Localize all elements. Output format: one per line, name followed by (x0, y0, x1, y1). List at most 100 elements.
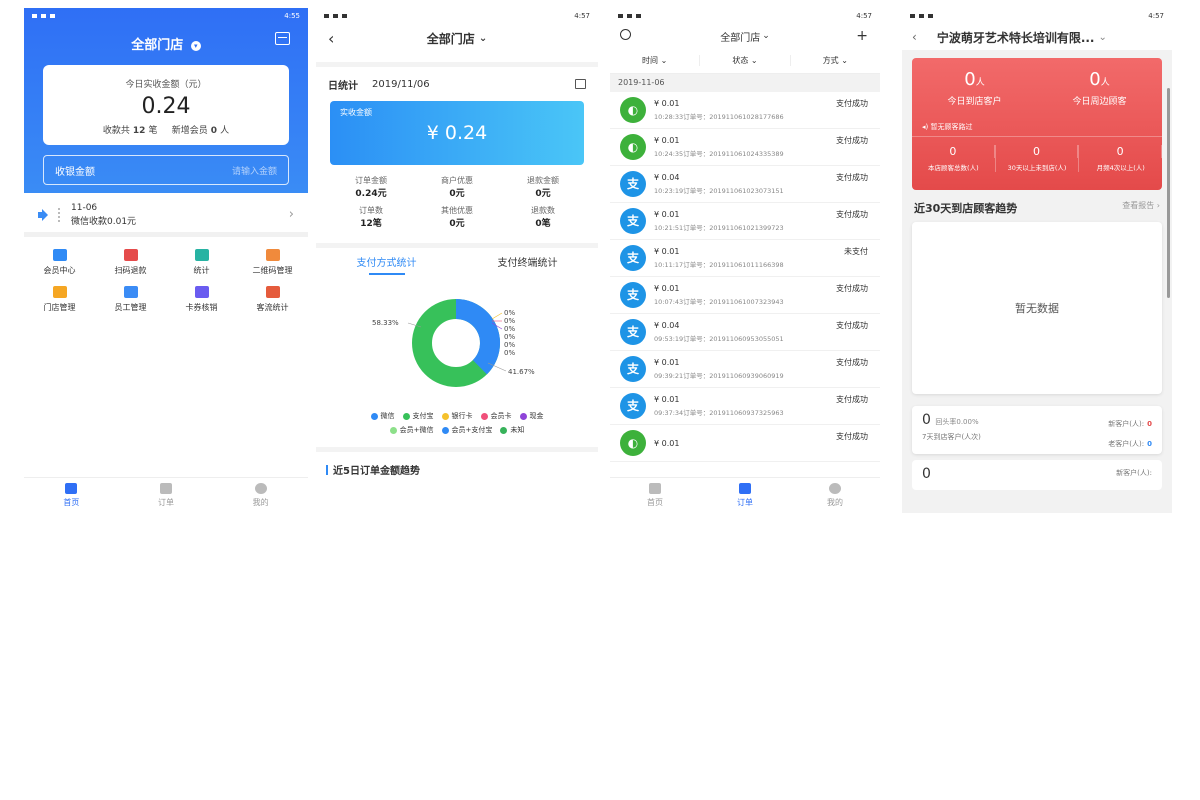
filter-status[interactable]: 状态 ⌄ (700, 55, 791, 66)
tab-label: 首页 (63, 498, 80, 507)
view-report-link[interactable]: 查看报告 › (1122, 200, 1160, 216)
tab-profile[interactable]: 我的 (213, 478, 308, 513)
clock: 4:57 (574, 12, 590, 20)
order-row[interactable]: 支 ¥ 0.04 10:23:19订单号：201911061023073151 支付成… (610, 166, 880, 203)
order-row[interactable]: 支 ¥ 0.01 10:21:51订单号：201911061021399723 支付成… (610, 203, 880, 240)
scrollbar[interactable] (1167, 88, 1170, 298)
menu-label: 客流统计 (256, 303, 289, 312)
store-selector[interactable]: 宁波萌牙艺术特长培训有限... (937, 29, 1095, 46)
menu-scan-refund[interactable]: 扫码退款 (95, 249, 166, 276)
order-no-prefix: 订单号： (683, 298, 710, 306)
menu-coupon-verify[interactable]: 卡券核销 (166, 286, 237, 313)
order-row[interactable]: 支 ¥ 0.01 10:07:43订单号：201911061007323943 支付成… (610, 277, 880, 314)
filter-method[interactable]: 方式 ⌄ (791, 55, 880, 66)
order-time: 09:37:34 (654, 409, 684, 417)
menu-staff-management[interactable]: 员工管理 (95, 286, 166, 313)
profile-icon (829, 483, 841, 494)
orders-icon (160, 483, 172, 494)
legend-swatch (441, 412, 449, 420)
speaker-icon (38, 208, 52, 221)
legend-swatch (500, 426, 508, 434)
order-status: 支付成功 (836, 210, 868, 219)
search-icon[interactable] (620, 29, 631, 40)
calendar-icon[interactable] (575, 79, 586, 89)
member-prefix: 新增会员 (171, 126, 208, 136)
tab-home[interactable]: 首页 (24, 478, 119, 513)
menu-store-management[interactable]: 门店管理 (24, 286, 95, 313)
order-row[interactable]: 支 ¥ 0.01 09:37:34订单号：201911060937325963 支付成… (610, 388, 880, 425)
back-icon[interactable]: ‹ (328, 29, 334, 48)
menu-qrcode[interactable]: 二维码管理 (237, 249, 308, 276)
scan-icon[interactable] (275, 32, 290, 45)
order-row[interactable]: ◐ ¥ 0.01 支付成功 (610, 425, 880, 462)
back-icon[interactable]: ‹ (912, 30, 917, 44)
cashier-amount-field[interactable]: 收银金额 请输入金额 (43, 155, 289, 185)
order-row[interactable]: 支 ¥ 0.04 09:53:19订单号：201911060953055051 支付成… (610, 314, 880, 351)
value: 0 (1147, 440, 1152, 448)
pct-label-left: 58.33% (372, 319, 399, 327)
chevron-right-icon: › (288, 207, 294, 222)
bottom-tab-bar: 首页 订单 我的 (610, 477, 880, 513)
status-bar: 4:57 (610, 8, 880, 24)
chevron-down-icon: ▾ (190, 41, 201, 51)
tab-profile[interactable]: 我的 (790, 478, 880, 513)
tab-label: 我的 (827, 498, 843, 507)
status-right: 4:57 (856, 12, 872, 20)
stat-refund-count: 退款数 0笔 (500, 205, 586, 233)
pct-label-zero: 0% (504, 317, 515, 325)
order-meta: 10:23:19订单号：201911061023073151 (654, 185, 870, 195)
order-meta: 10:21:51订单号：201911061021399723 (654, 222, 870, 232)
stat-merchant-discount: 商户优惠 0元 (414, 175, 500, 203)
menu-traffic-stats[interactable]: 客流统计 (237, 286, 308, 313)
store-selector[interactable]: 全部门店 (427, 30, 475, 47)
tab-orders[interactable]: 订单 (700, 478, 790, 513)
legend-label: 微信 (380, 412, 395, 420)
list-date-header: 2019-11-06 (610, 74, 880, 92)
donut-svg: 58.33% 41.67% 0% 0% 0% 0% 0% 0% (372, 299, 535, 387)
menu-member-center[interactable]: 会员中心 (24, 249, 95, 276)
profile-icon (254, 483, 267, 494)
add-icon[interactable]: + (856, 28, 868, 44)
order-no: 201911060939060919 (709, 372, 784, 380)
order-no-prefix: 订单号： (683, 372, 710, 380)
home-icon (649, 483, 661, 494)
order-time: 10:07:43 (654, 298, 684, 306)
count-value: 12 (132, 126, 146, 136)
order-row[interactable]: 支 ¥ 0.01 09:39:21订单号：201911060939060919 支付成… (610, 351, 880, 388)
link-label: 查看报告 (1122, 201, 1155, 210)
notice-bar[interactable]: 11-06 微信收款0.01元 › (24, 197, 308, 237)
traffic-icon (265, 286, 280, 298)
tab-home[interactable]: 首页 (610, 478, 700, 513)
order-row[interactable]: 支 ¥ 0.01 10:11:17订单号：201911061011166398 未支付 (610, 240, 880, 277)
unit: 人 (1100, 78, 1110, 88)
menu-statistics[interactable]: 统计 (166, 249, 237, 276)
pct-label-zero: 0% (504, 309, 515, 317)
tab-payment-terminal[interactable]: 支付终端统计 (457, 254, 598, 269)
traffic-main-stats: 0人 今日到店客户 0人 今日周边顾客 (912, 58, 1162, 118)
order-status: 支付成功 (836, 284, 868, 293)
menu-label: 门店管理 (43, 303, 76, 312)
order-row[interactable]: ◐ ¥ 0.01 10:28:33订单号：201911061028177686 支付成… (610, 92, 880, 129)
phone-statistics-screen: 4:57 ‹ 全部门店 ⌄ 日统计 2019/11/06 实收金额 ¥ 0.24… (316, 8, 598, 513)
order-status: 支付成功 (836, 395, 868, 404)
value: 0 (922, 466, 931, 482)
coupon-icon (194, 286, 209, 298)
store-selector[interactable]: 全部门店 (720, 29, 760, 44)
order-row[interactable]: ◐ ¥ 0.01 10:24:35订单号：201911061024335389 支付成… (610, 129, 880, 166)
alipay-icon: 支 (620, 356, 646, 382)
cashier-label: 收银金额 (55, 166, 95, 178)
legend-swatch (370, 412, 378, 420)
filter-time[interactable]: 时间 ⌄ (610, 55, 701, 66)
tab-orders[interactable]: 订单 (119, 478, 214, 513)
traffic-notice: ◂) 暂无顾客路过 (912, 118, 1162, 137)
stat-value: 0元 (535, 189, 551, 199)
label: 新客户(人): (1108, 420, 1145, 428)
signal-icons (32, 14, 56, 18)
nearby-value: 0人 (1037, 69, 1162, 90)
status-bar: 4:57 (316, 8, 598, 24)
nearby-customers: 0人 今日周边顾客 (1037, 69, 1162, 107)
store-selector[interactable]: 全部门店 ▾ (24, 32, 308, 53)
home-icon (65, 483, 78, 494)
order-status: 支付成功 (836, 136, 868, 145)
tab-payment-method[interactable]: 支付方式统计 (316, 254, 457, 275)
